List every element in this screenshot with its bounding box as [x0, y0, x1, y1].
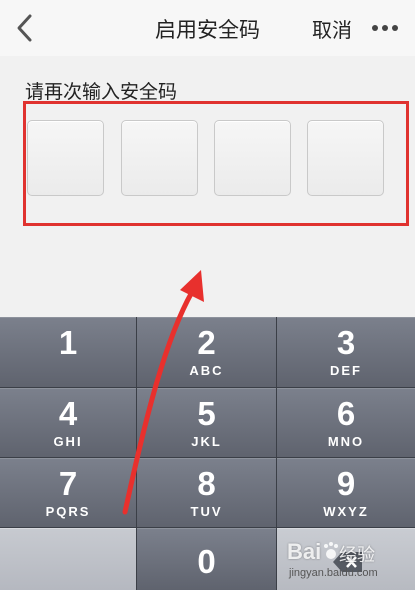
key-0[interactable]: 0: [137, 528, 276, 590]
pin-prompt: 请再次输入安全码: [25, 81, 178, 103]
key-digit: 3: [336, 324, 356, 361]
key-digit: 8: [197, 465, 216, 502]
key-digit: 9: [336, 465, 356, 502]
key-letters: TUV: [190, 504, 223, 519]
key-digit: 6: [336, 395, 356, 432]
cancel-button[interactable]: 取消: [312, 14, 352, 43]
key-4[interactable]: 4 GHI: [0, 388, 136, 457]
key-letters: WXYZ: [323, 504, 369, 519]
blank-key: [0, 528, 136, 590]
key-digit: 0: [197, 543, 216, 580]
key-digit: 5: [197, 395, 216, 432]
baidu-jingyan-watermark: Bai 经验 jingyan.baidu.com: [287, 535, 407, 585]
key-9[interactable]: 9 WXYZ: [277, 458, 415, 527]
key-1[interactable]: 1: [0, 317, 136, 387]
key-3[interactable]: 3 DEF: [277, 317, 415, 387]
key-letters: GHI: [53, 434, 83, 449]
key-letters: JKL: [191, 434, 222, 449]
paw-icon: [324, 542, 338, 559]
key-digit: 7: [58, 465, 78, 502]
key-digit: 2: [197, 324, 216, 361]
key-8[interactable]: 8 TUV: [137, 458, 276, 527]
key-7[interactable]: 7 PQRS: [0, 458, 136, 527]
key-5[interactable]: 5 JKL: [137, 388, 276, 457]
watermark-url: jingyan.baidu.com: [289, 567, 378, 579]
key-6[interactable]: 6 MNO: [277, 388, 415, 457]
more-options-icon[interactable]: [370, 18, 400, 38]
watermark-logo: Bai: [287, 539, 322, 564]
key-2[interactable]: 2 ABC: [137, 317, 276, 387]
key-letters: PQRS: [45, 504, 91, 519]
key-digit: 4: [58, 395, 78, 432]
key-letters: MNO: [327, 434, 365, 449]
key-letters: DEF: [330, 363, 362, 378]
watermark-text: 经验: [339, 545, 375, 566]
page-title: 启用安全码: [155, 18, 260, 42]
annotation-highlight-box: [23, 101, 409, 226]
key-letters: ABC: [189, 363, 224, 378]
key-digit: 1: [58, 324, 78, 361]
navigation-bar: 启用安全码 取消: [0, 0, 415, 56]
